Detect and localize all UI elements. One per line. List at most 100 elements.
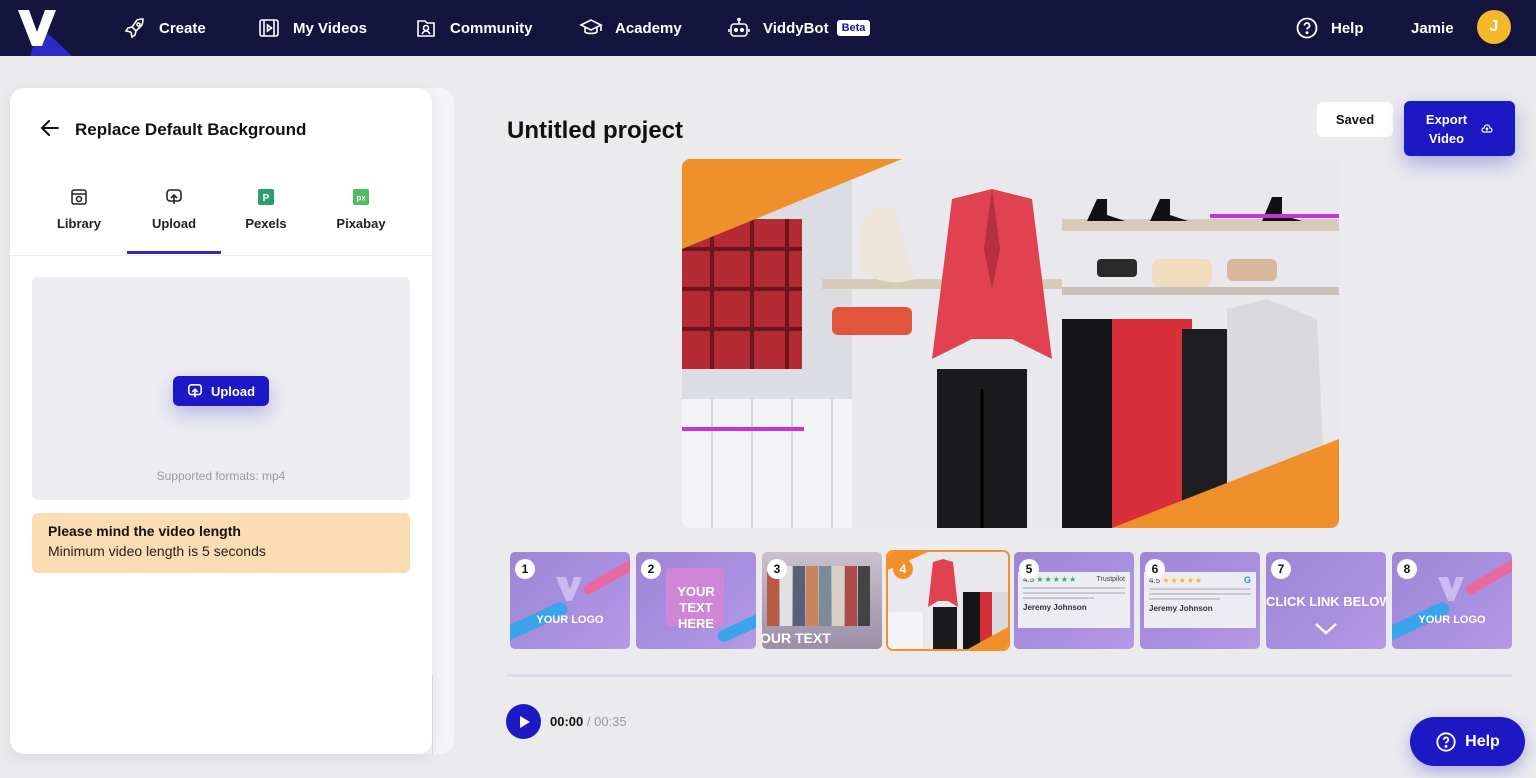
play-icon [519, 715, 530, 728]
user-name-label: Jamie [1411, 19, 1454, 37]
top-nav: Create My Videos Community Academy Viddy… [0, 0, 1536, 56]
video-icon [259, 19, 279, 37]
review-line [1149, 588, 1251, 590]
nav-viddybot-label: ViddyBot [763, 19, 829, 37]
tab-pexels-label: Pexels [245, 216, 287, 231]
user-name[interactable]: Jamie [1411, 0, 1454, 56]
pexels-icon: P [258, 189, 274, 205]
avatar-initial: J [1489, 18, 1499, 35]
help-fab-label: Help [1465, 732, 1500, 750]
supported-formats: Supported formats: mp4 [156, 469, 286, 483]
scene-number: 6 [1145, 559, 1165, 579]
warning-title: Please mind the video length [48, 523, 241, 539]
video-length-warning: Please mind the video length Minimum vid… [32, 513, 410, 573]
upload-icon [166, 189, 182, 204]
upload-button-label: Upload [210, 383, 256, 399]
saved-label: Saved [1335, 112, 1375, 127]
review-line [1023, 592, 1125, 594]
saved-button[interactable]: Saved [1317, 102, 1393, 137]
export-label-line1: Export [1425, 111, 1468, 127]
stars-icon: ★★★★★ [1036, 575, 1078, 584]
panel-title: Replace Default Background [75, 120, 307, 139]
scene-text: YOUR LOGO [536, 614, 604, 626]
tab-library-label: Library [56, 216, 102, 231]
back-arrow-icon[interactable] [38, 116, 62, 140]
scene-thumb-6[interactable]: 6 4.5 ★★★★★ G Jeremy Johnson [1140, 552, 1260, 649]
review-source: G [1243, 575, 1251, 585]
help-circle-icon [1436, 731, 1456, 752]
upload-button[interactable]: Upload [173, 376, 269, 406]
rocket-icon [124, 18, 144, 39]
thumb-decoration [581, 557, 630, 597]
scene-thumb-8[interactable]: 8 YOUR LOGO [1392, 552, 1512, 649]
total-time: / 00:35 [586, 714, 627, 729]
review-source: Trustpilot [1096, 576, 1125, 583]
timeline-track[interactable] [507, 674, 1512, 677]
review-header: 4.5 ★★★★★ Trustpilot [1023, 575, 1125, 584]
scene-text: CLICK LINK BELOW [1266, 594, 1386, 609]
scene-number: 7 [1271, 559, 1291, 579]
export-video-button[interactable]: Export Video [1404, 101, 1515, 156]
graduation-cap-icon [579, 19, 603, 35]
library-icon [71, 189, 87, 205]
nav-help[interactable]: Help [1295, 0, 1364, 56]
scene-text: YOUR LOGO [1418, 614, 1486, 626]
svg-text:px: px [356, 194, 366, 203]
active-tab-indicator [127, 251, 221, 254]
scene-thumb-2[interactable]: 2 YOUR TEXT HERE [636, 552, 756, 649]
scene-thumb-7[interactable]: 7 CLICK LINK BELOW [1266, 552, 1386, 649]
nav-help-label: Help [1331, 19, 1364, 37]
preview-image [682, 159, 1339, 528]
avatar[interactable]: J [1477, 10, 1511, 44]
nav-community-label: Community [450, 19, 533, 37]
upload-icon [187, 383, 202, 398]
help-floating-button[interactable]: Help [1410, 717, 1525, 766]
warning-text: Minimum video length is 5 seconds [48, 543, 266, 559]
review-header: 4.5 ★★★★★ G [1149, 575, 1251, 585]
playback-time: 00:00 / 00:35 [550, 714, 627, 729]
nav-academy[interactable]: Academy [579, 0, 682, 56]
review-line [1149, 593, 1251, 595]
nav-create[interactable]: Create [123, 0, 206, 56]
scene-number: 2 [641, 559, 661, 579]
tab-pexels[interactable]: P Pexels [219, 188, 313, 231]
pixabay-icon: px [353, 189, 369, 205]
review-card: 4.5 ★★★★★ Trustpilot Jeremy Johnson [1018, 572, 1130, 628]
review-name: Jeremy Johnson [1149, 604, 1213, 613]
nav-create-label: Create [159, 19, 206, 37]
project-title[interactable]: Untitled project [507, 117, 683, 145]
nav-my-videos[interactable]: My Videos [257, 0, 367, 56]
scene-thumb-1[interactable]: 1 YOUR LOGO [510, 552, 630, 649]
nav-my-videos-label: My Videos [293, 19, 367, 37]
viddyard-logo-icon[interactable] [0, 0, 72, 56]
scene-thumb-4[interactable]: 4 [886, 550, 1010, 651]
nav-community[interactable]: Community [414, 0, 533, 56]
video-preview[interactable] [682, 159, 1339, 528]
tab-pixabay-label: Pixabay [336, 216, 386, 231]
review-name: Jeremy Johnson [1023, 603, 1087, 612]
review-line [1149, 598, 1221, 600]
scene-number: 8 [1397, 559, 1417, 579]
scene-thumb-5[interactable]: 5 4.5 ★★★★★ Trustpilot Jeremy Johnson [1014, 552, 1134, 649]
play-button[interactable] [506, 704, 541, 739]
tab-pixabay[interactable]: px Pixabay [314, 188, 408, 231]
nav-viddybot[interactable]: ViddyBot Beta [727, 0, 871, 56]
thumb-decoration [1463, 557, 1512, 597]
tab-upload-label: Upload [151, 216, 197, 231]
cloud-upload-icon [1481, 123, 1493, 133]
review-line [1023, 597, 1095, 599]
your-logo-icon [1438, 577, 1464, 601]
scene-number: 1 [515, 559, 535, 579]
scene-thumb-3[interactable]: 3 OUR TEXT [762, 552, 882, 649]
svg-text:P: P [263, 193, 270, 204]
tab-library[interactable]: Library [32, 188, 126, 231]
stars-icon: ★★★★★ [1162, 575, 1204, 585]
scene-number: 3 [767, 559, 787, 579]
tab-upload[interactable]: Upload [127, 188, 221, 231]
community-icon [417, 20, 435, 37]
your-logo-icon [556, 577, 582, 601]
beta-badge: Beta [836, 20, 871, 36]
backdrop-divider [432, 674, 433, 754]
upload-dropzone[interactable]: Upload Supported formats: mp4 [32, 277, 410, 500]
replace-background-panel: Replace Default Background Library Uploa… [10, 88, 432, 754]
